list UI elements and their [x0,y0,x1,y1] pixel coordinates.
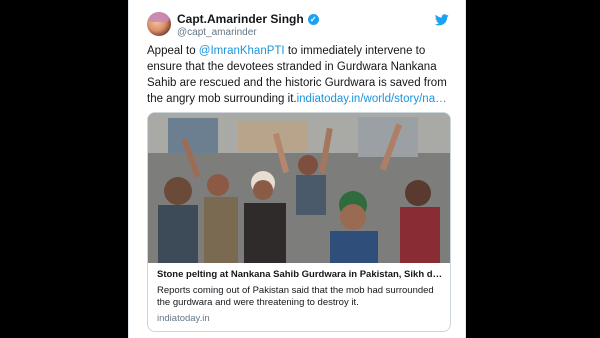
author-name-line: Capt.Amarinder Singh ✓ [177,12,319,26]
author-handle[interactable]: @capt_amarinder [177,27,257,38]
article-photo [148,113,450,263]
tweet-card: Capt.Amarinder Singh ✓ @capt_amarinder A… [128,0,466,338]
card-description: Reports coming out of Pakistan said that… [157,285,434,308]
article-url-link[interactable]: indiatoday.in/world/story/na… [297,93,447,105]
verified-badge-icon: ✓ [307,13,319,25]
link-preview-card[interactable]: Stone pelting at Nankana Sahib Gurdwara … [147,112,451,332]
twitter-bird-icon[interactable] [435,14,449,26]
card-domain: indiatoday.in [157,313,210,324]
author-avatar[interactable] [147,12,171,36]
card-title: Stone pelting at Nankana Sahib Gurdwara … [157,269,443,280]
author-name[interactable]: Capt.Amarinder Singh [177,12,304,26]
tweet-text: Appeal to @ImranKhanPTI to immediately i… [147,43,453,107]
mention-link[interactable]: @ImranKhanPTI [199,45,285,57]
tweet-text-lead: Appeal to [147,45,199,57]
